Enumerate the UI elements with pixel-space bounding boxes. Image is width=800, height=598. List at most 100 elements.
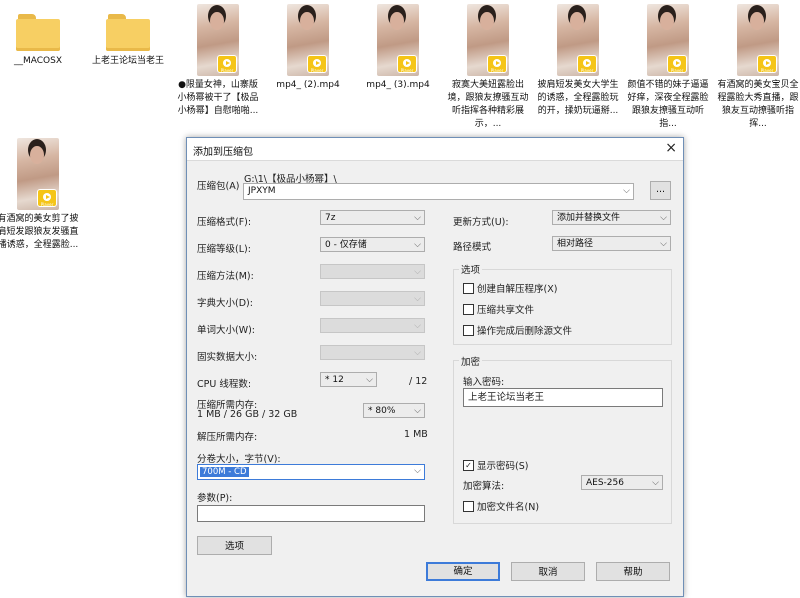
chevron-down-icon: ⌵ xyxy=(366,375,373,385)
video-file[interactable]: Player mp4_ (3).mp4 xyxy=(356,4,440,92)
update-value: 添加并替换文件 xyxy=(557,213,621,223)
video-file[interactable]: Player 有酒窝的美女剪了披肩短发跟狼友发骚直播诱惑，全程露脸... xyxy=(0,138,80,252)
checkbox-box xyxy=(463,500,474,512)
enc-method-select[interactable]: AES-256 ⌵ xyxy=(581,475,663,490)
encrypt-names-checkbox[interactable]: 加密文件名(N) xyxy=(463,499,539,513)
archive-name-combo[interactable]: JPXYM ⌵ xyxy=(243,183,634,200)
update-select[interactable]: 添加并替换文件 ⌵ xyxy=(552,210,671,225)
decomp-value: 1 MB xyxy=(404,429,428,440)
player-icon: Player xyxy=(217,55,237,73)
video-file[interactable]: Player 寂寞大美妞露脸出境，跟狼友撩骚互动听指挥各种精彩展示，... xyxy=(446,4,530,131)
video-thumbnail: Player xyxy=(467,4,509,76)
password-label: 输入密码: xyxy=(463,377,505,388)
video-thumbnail: Player xyxy=(557,4,599,76)
chevron-down-icon: ⌵ xyxy=(414,267,421,277)
format-label: 压缩格式(F): xyxy=(197,217,252,228)
chevron-down-icon: ⌵ xyxy=(414,348,421,358)
close-icon[interactable]: × xyxy=(665,140,677,156)
chevron-down-icon: ⌵ xyxy=(414,466,421,476)
volume-label: 分卷大小，字节(V): xyxy=(197,454,281,465)
checkbox-box xyxy=(463,282,474,294)
help-button[interactable]: 帮助 xyxy=(596,562,670,581)
chevron-down-icon: ⌵ xyxy=(660,213,667,223)
video-thumbnail: Player xyxy=(287,4,329,76)
dict-select[interactable]: ⌵ xyxy=(320,291,425,306)
delete-source-label: 操作完成后删除源文件 xyxy=(477,326,573,337)
level-select[interactable]: 0 - 仅存储 ⌵ xyxy=(320,237,425,252)
show-password-checkbox[interactable]: ✓ 显示密码(S) xyxy=(463,458,528,472)
folder-laowang[interactable]: 上老王论坛当老王 xyxy=(86,6,170,68)
player-icon: Player xyxy=(667,55,687,73)
cpu-label: CPU 线程数: xyxy=(197,379,252,390)
cancel-button[interactable]: 取消 xyxy=(511,562,585,581)
chevron-down-icon: ⌵ xyxy=(414,294,421,304)
sfx-checkbox[interactable]: 创建自解压程序(X) xyxy=(463,281,557,295)
shared-checkbox[interactable]: 压缩共享文件 xyxy=(463,302,534,316)
chevron-down-icon: ⌵ xyxy=(414,321,421,331)
options-button[interactable]: 选项 xyxy=(197,536,272,555)
video-thumbnail: Player xyxy=(647,4,689,76)
solid-select[interactable]: ⌵ xyxy=(320,345,425,360)
video-file[interactable]: Player 披肩短发美女大学生的诱惑，全程露脸玩的开，揉奶玩逼掰... xyxy=(536,4,620,118)
checkbox-box xyxy=(463,303,474,315)
folder-icon xyxy=(106,12,150,52)
volume-combo[interactable]: 700M - CD ⌵ xyxy=(197,464,425,480)
decomp-label: 解压所需内存: xyxy=(197,432,258,443)
video-thumbnail: Player xyxy=(17,138,59,210)
chevron-down-icon: ⌵ xyxy=(414,240,421,250)
video-file[interactable]: Player ●限量女神，山寨版小杨幂被干了【极品小杨幂】自慰啪啪... xyxy=(176,4,260,118)
format-select[interactable]: 7z ⌵ xyxy=(320,210,425,225)
video-thumbnail: Player xyxy=(197,4,239,76)
format-value: 7z xyxy=(325,213,336,223)
params-input[interactable] xyxy=(197,505,425,522)
check-icon: ✓ xyxy=(463,459,474,471)
word-label: 单词大小(W): xyxy=(197,325,256,336)
chevron-down-icon: ⌵ xyxy=(652,478,659,488)
cpu-select[interactable]: * 12 ⌵ xyxy=(320,372,377,387)
checkbox-box xyxy=(463,324,474,336)
archive-label: 压缩包(A) xyxy=(197,181,240,192)
folder-icon xyxy=(16,12,60,52)
cpu-value: * 12 xyxy=(325,375,344,385)
mem-value: * 80% xyxy=(368,406,396,416)
chevron-down-icon: ⌵ xyxy=(660,239,667,249)
method-select[interactable]: ⌵ xyxy=(320,264,425,279)
path-select[interactable]: 相对路径 ⌵ xyxy=(552,236,671,251)
enc-method-label: 加密算法: xyxy=(463,481,505,492)
delete-source-checkbox[interactable]: 操作完成后删除源文件 xyxy=(463,323,572,337)
video-file[interactable]: Player 颜值不错的妹子逼逼好痒，深夜全程露脸跟狼友撩骚互动听指... xyxy=(626,4,710,131)
solid-label: 固实数据大小: xyxy=(197,352,258,363)
params-label: 参数(P): xyxy=(197,493,233,504)
player-icon: Player xyxy=(487,55,507,73)
player-icon: Player xyxy=(307,55,327,73)
dialog-titlebar: 添加到压缩包 × xyxy=(187,138,683,161)
video-thumbnail: Player xyxy=(377,4,419,76)
video-label: 披肩短发美女大学生的诱惑，全程露脸玩的开，揉奶玩逼掰... xyxy=(537,80,619,116)
ok-button[interactable]: 确定 xyxy=(426,562,500,581)
player-icon: Player xyxy=(577,55,597,73)
video-file[interactable]: Player mp4_ (2).mp4 xyxy=(266,4,350,92)
password-input[interactable]: 上老王论坛当老王 xyxy=(463,388,663,407)
browse-button[interactable]: ... xyxy=(650,181,671,200)
show-password-label: 显示密码(S) xyxy=(477,461,529,472)
folder-label: 上老王论坛当老王 xyxy=(91,56,164,66)
player-icon: Player xyxy=(397,55,417,73)
player-icon: Player xyxy=(37,189,57,207)
video-label: 颜值不错的妹子逼逼好痒，深夜全程露脸跟狼友撩骚互动听指... xyxy=(627,80,709,129)
archive-name-value: JPXYM xyxy=(248,186,276,196)
path-label: 路径模式 xyxy=(453,242,492,253)
mem-detail: 1 MB / 26 GB / 32 GB xyxy=(197,409,298,420)
video-thumbnail: Player xyxy=(737,4,779,76)
chevron-down-icon: ⌵ xyxy=(414,213,421,223)
folder-macosx[interactable]: __MACOSX xyxy=(0,6,80,68)
shared-label: 压缩共享文件 xyxy=(477,305,535,316)
mem-select[interactable]: * 80% ⌵ xyxy=(363,403,425,418)
word-select[interactable]: ⌵ xyxy=(320,318,425,333)
dict-label: 字典大小(D): xyxy=(197,298,253,309)
video-file[interactable]: Player 有酒窝的美女宝贝全程露脸大秀直播，跟狼友互动撩骚听指挥... xyxy=(716,4,800,131)
update-label: 更新方式(U): xyxy=(453,217,509,228)
level-label: 压缩等级(L): xyxy=(197,244,251,255)
level-value: 0 - 仅存储 xyxy=(325,240,367,250)
video-label: mp4_ (2).mp4 xyxy=(276,80,340,90)
video-label: 有酒窝的美女剪了披肩短发跟狼友发骚直播诱惑，全程露脸... xyxy=(0,214,79,250)
